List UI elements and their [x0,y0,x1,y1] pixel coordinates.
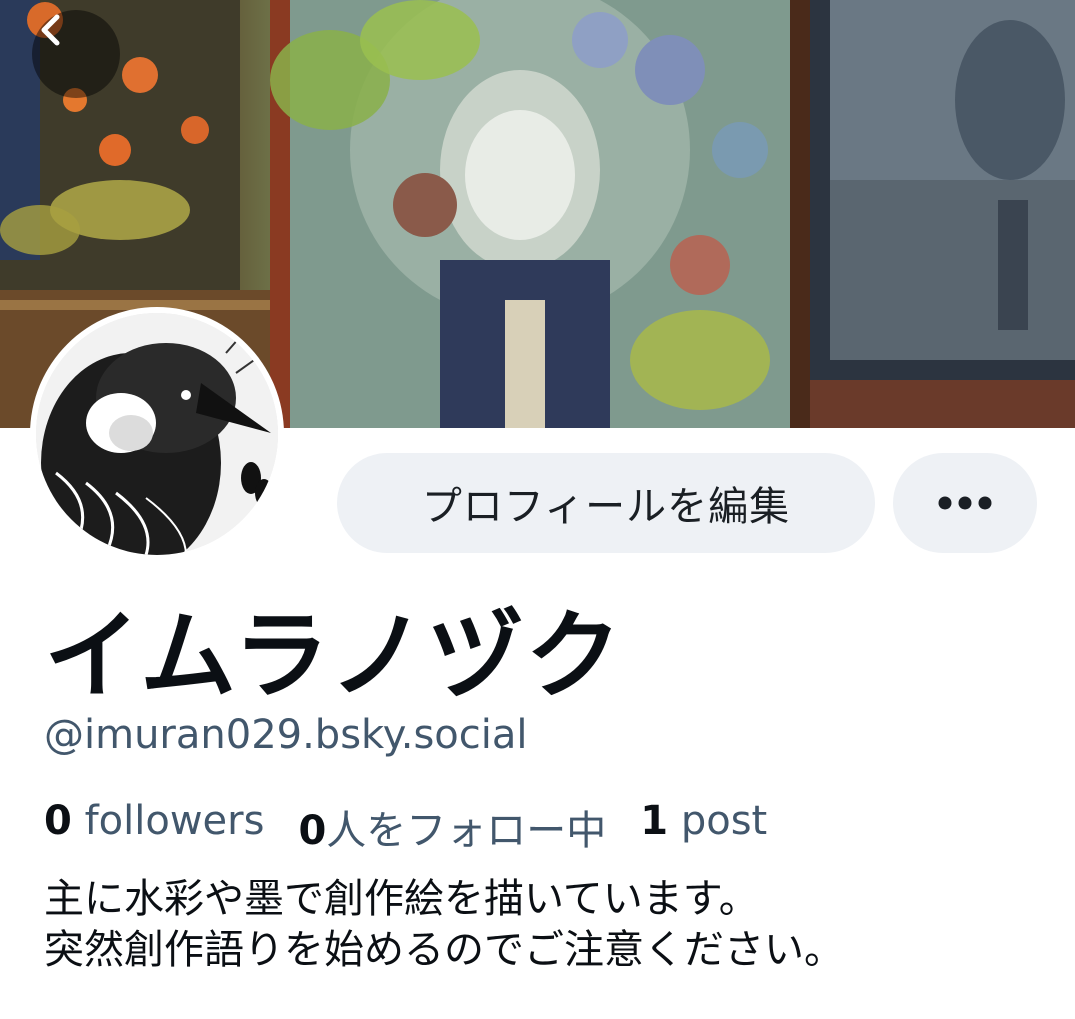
avatar-crow-image [36,313,278,555]
following-count: 0 [298,808,327,854]
more-options-button[interactable] [893,453,1037,553]
followers-stat[interactable]: 0 followers [44,798,264,856]
back-button[interactable] [32,10,120,98]
profile-stats: 0 followers 0人をフォロー中 1 post [44,798,801,856]
followers-label: followers [84,798,265,844]
avatar[interactable] [30,307,284,561]
following-stat[interactable]: 0人をフォロー中 [298,798,606,856]
posts-count: 1 [640,798,669,844]
following-label: 人をフォロー中 [326,808,607,854]
posts-label: post [680,798,768,844]
posts-stat: 1 post [640,798,767,856]
edit-profile-label: プロフィールを編集 [421,484,791,530]
bio-line: 突然創作語りを始めるのでご注意ください。 [44,927,844,973]
user-handle: @imuran029.bsky.social [44,712,528,758]
chevron-left-icon [41,14,60,46]
bio-line: 主に水彩や墨で創作絵を描いています。 [44,876,759,922]
followers-count: 0 [44,798,72,844]
profile-bio: 主に水彩や墨で創作絵を描いています。 突然創作語りを始めるのでご注意ください。 [44,874,1044,976]
edit-profile-button[interactable]: プロフィールを編集 [337,453,875,553]
display-name: イムラノヅク [44,600,624,712]
ellipsis-icon [938,496,992,510]
